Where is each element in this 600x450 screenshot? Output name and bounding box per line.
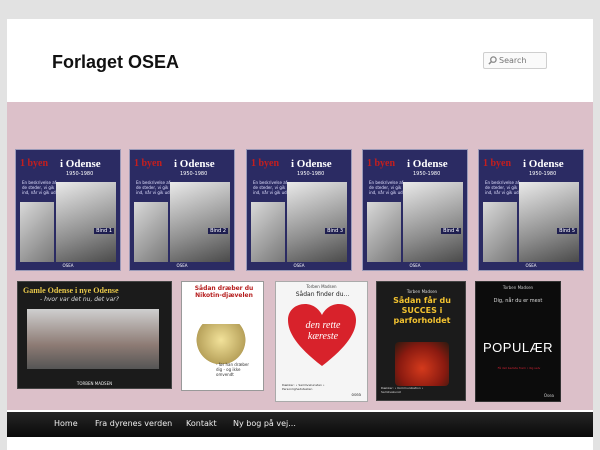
cover-volume: Bind 4 (441, 228, 461, 234)
cover-tagline: Få det bedste frem i dig selv (497, 366, 541, 370)
cover-publisher: OSEA (176, 263, 188, 268)
cover-title-part2: i Odense (60, 158, 101, 170)
cover-subtitle: - hvor var det nu, det var? (40, 296, 119, 303)
book-cover-succes[interactable]: Torben Madsen Sådan får du SUCCES i parf… (376, 281, 466, 401)
book-cover-nikotin[interactable]: Sådan dræber du Nikotin-djævelen - før h… (181, 281, 264, 391)
cover-volume: Bind 3 (325, 228, 345, 234)
cover-years: 1950-1980 (297, 171, 325, 177)
book-cover-i-byen-bind-5[interactable]: 1 byen i Odense 1950-1980 En beskrivelse… (478, 149, 584, 271)
cover-publisher: Osea (543, 393, 554, 398)
cover-title-part1: 1 byen (20, 158, 49, 169)
cover-title-part2: i Odense (523, 158, 564, 170)
cover-years: 1950-1980 (413, 171, 441, 177)
cover-photo (251, 202, 285, 262)
cover-photo (519, 182, 579, 262)
cover-publisher: OSEA (62, 263, 74, 268)
cover-publisher: OSEA (293, 263, 305, 268)
search-input[interactable] (499, 53, 545, 68)
cover-volume: Bind 5 (557, 228, 577, 234)
cover-years: 1950-1980 (180, 171, 208, 177)
cover-photo (20, 202, 54, 262)
cover-title-part1: 1 byen (367, 158, 396, 169)
cover-photo (483, 202, 517, 262)
cover-heart-text: den rette kæreste (305, 320, 341, 342)
cover-volume: Bind 1 (94, 228, 114, 234)
nav-item-home[interactable]: Home (54, 419, 78, 428)
cover-title: Gamle Odense i nye Odense (23, 286, 119, 295)
cover-years: 1950-1980 (529, 171, 557, 177)
cover-author: Torben Madsen (306, 284, 337, 289)
cover-subtitle: Dig, når du er mest (493, 298, 543, 304)
site-title[interactable]: Forlaget OSEA (52, 52, 179, 73)
cover-title-part1: 1 byen (134, 158, 163, 169)
cover-photo (27, 309, 159, 369)
cover-contents: Dækker: • Kommunikation • Samlivskunst (381, 386, 424, 394)
cover-photo (134, 202, 168, 262)
cover-title: Sådan dræber du Nikotin-djævelen (194, 285, 254, 299)
cover-title: Sådan finder du... (295, 291, 350, 298)
main-nav: Home Fra dyrenes verden Kontakt Ny bog p… (7, 412, 593, 437)
nav-item-kontakt[interactable]: Kontakt (186, 419, 217, 428)
book-cover-i-byen-bind-2[interactable]: 1 byen i Odense 1950-1980 En beskrivelse… (129, 149, 235, 271)
cover-title-part2: i Odense (407, 158, 448, 170)
nav-item-fra-dyrenes-verden[interactable]: Fra dyrenes verden (95, 419, 172, 428)
cover-author: Torben Madsen (406, 289, 438, 294)
cover-illustration (196, 324, 246, 364)
cover-author: Torben Madsen (502, 285, 534, 290)
search-box[interactable] (483, 52, 547, 69)
book-cover-i-byen-bind-1[interactable]: 1 byen i Odense 1950-1980 En beskrivelse… (15, 149, 121, 271)
cover-publisher: osea (351, 392, 361, 397)
cover-title-part1: 1 byen (483, 158, 512, 169)
cover-title-part2: i Odense (291, 158, 332, 170)
cover-title-part1: 1 byen (251, 158, 280, 169)
cover-photo (287, 182, 347, 262)
cover-author: TORBEN MADSEN (76, 381, 113, 386)
search-icon (488, 56, 497, 65)
cover-photo (170, 182, 230, 262)
cover-title: Sådan får du SUCCES i parforholdet (393, 296, 451, 325)
book-cover-gamle-odense[interactable]: Gamle Odense i nye Odense - hvor var det… (17, 281, 172, 389)
book-cover-populaer[interactable]: Torben Madsen Dig, når du er mest POPULÆ… (475, 281, 561, 402)
book-cover-kaereste[interactable]: Torben Madsen Sådan finder du... den ret… (275, 281, 368, 402)
cover-photo (367, 202, 401, 262)
header-banner: 1 byen i Odense 1950-1980 En beskrivelse… (7, 102, 593, 410)
cover-publisher: OSEA (525, 263, 537, 268)
cover-title-part2: i Odense (174, 158, 215, 170)
nav-item-ny-bog[interactable]: Ny bog på vej... (233, 419, 296, 428)
book-cover-i-byen-bind-3[interactable]: 1 byen i Odense 1950-1980 En beskrivelse… (246, 149, 352, 271)
book-cover-i-byen-bind-4[interactable]: 1 byen i Odense 1950-1980 En beskrivelse… (362, 149, 468, 271)
cover-volume: Bind 2 (208, 228, 228, 234)
page-container: Forlaget OSEA 1 byen i Odense 1950-1980 … (7, 19, 593, 450)
cover-tagline: - før han dræber dig - og ikke omvendt (216, 362, 250, 377)
cover-photo (56, 182, 116, 262)
cover-publisher: OSEA (409, 263, 421, 268)
cover-contents: Dækker: • Samlivskunsten • Personligheds… (282, 383, 325, 391)
cover-illustration (395, 342, 449, 386)
cover-years: 1950-1980 (66, 171, 94, 177)
cover-photo (403, 182, 463, 262)
cover-title: POPULÆR (483, 340, 553, 355)
